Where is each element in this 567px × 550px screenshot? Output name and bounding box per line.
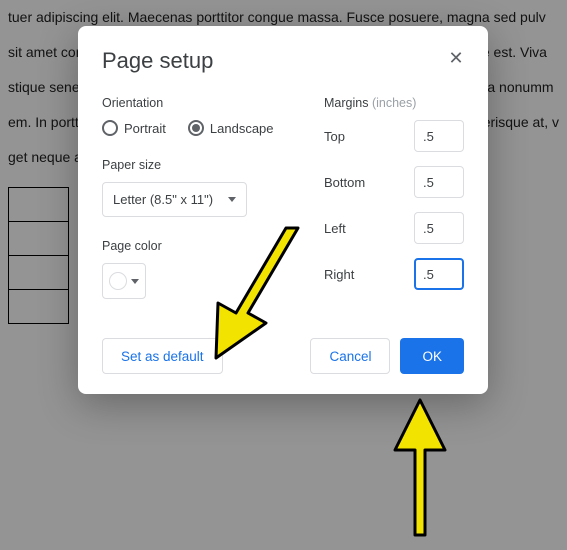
margins-label: Margins (inches): [324, 96, 464, 110]
margin-top-label: Top: [324, 129, 345, 144]
dialog-title: Page setup: [102, 48, 464, 74]
margin-bottom-label: Bottom: [324, 175, 365, 190]
margin-top-input[interactable]: [414, 120, 464, 152]
close-button[interactable]: ✕: [446, 48, 466, 68]
orientation-landscape-radio[interactable]: Landscape: [188, 120, 274, 136]
paper-size-value: Letter (8.5" x 11"): [113, 192, 213, 207]
set-as-default-button[interactable]: Set as default: [102, 338, 223, 374]
ok-button[interactable]: OK: [400, 338, 464, 374]
radio-label: Portrait: [124, 121, 166, 136]
margin-left-label: Left: [324, 221, 346, 236]
margin-right-input[interactable]: [414, 258, 464, 290]
paper-size-select[interactable]: Letter (8.5" x 11"): [102, 182, 247, 217]
radio-icon: [188, 120, 204, 136]
page-color-picker[interactable]: [102, 263, 146, 299]
radio-label: Landscape: [210, 121, 274, 136]
orientation-portrait-radio[interactable]: Portrait: [102, 120, 166, 136]
paper-size-label: Paper size: [102, 158, 300, 172]
caret-down-icon: [228, 197, 236, 202]
close-icon: ✕: [448, 48, 463, 69]
margin-bottom-input[interactable]: [414, 166, 464, 198]
page-setup-dialog: Page setup ✕ Orientation Portrait Landsc…: [78, 26, 488, 394]
margin-left-input[interactable]: [414, 212, 464, 244]
margin-right-label: Right: [324, 267, 354, 282]
radio-icon: [102, 120, 118, 136]
color-swatch-icon: [109, 272, 127, 290]
orientation-label: Orientation: [102, 96, 300, 110]
caret-down-icon: [131, 279, 139, 284]
cancel-button[interactable]: Cancel: [310, 338, 390, 374]
page-color-label: Page color: [102, 239, 300, 253]
